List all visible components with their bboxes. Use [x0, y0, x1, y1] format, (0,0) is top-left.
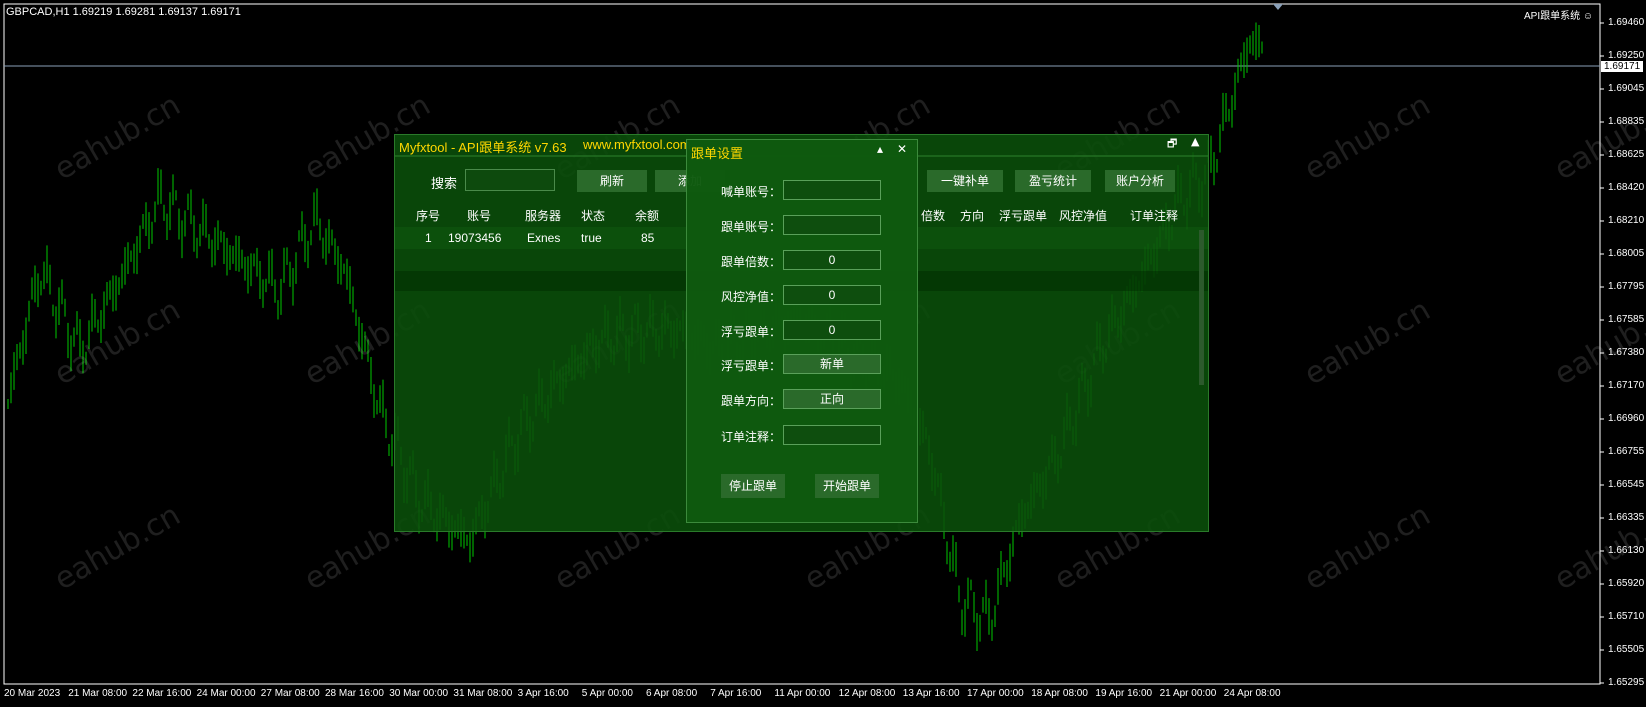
time-axis-label: 7 Apr 16:00: [710, 688, 762, 699]
time-axis-label: 13 Apr 16:00: [902, 688, 960, 699]
price-axis-label: 1.69250: [1608, 50, 1645, 61]
price-axis-label: 1.66130: [1608, 545, 1645, 556]
column-header-risk-equity: 风控净值: [1059, 209, 1108, 223]
minimize-icon[interactable]: ▴: [877, 142, 883, 156]
price-axis-label: 1.65710: [1608, 611, 1645, 622]
price-axis-label: 1.67795: [1608, 281, 1645, 292]
price-axis-label: 1.67170: [1608, 380, 1645, 391]
risk-equity-input[interactable]: 0: [783, 285, 881, 305]
price-axis-label: 1.65505: [1608, 644, 1645, 655]
pnl-stats-button[interactable]: 盈亏统计: [1015, 170, 1091, 192]
price-axis-label: 1.68210: [1608, 215, 1645, 226]
current-price-label: 1.69171: [1601, 61, 1644, 72]
float-loss-mode-label: 浮亏跟单：: [721, 359, 782, 373]
float-loss-label: 浮亏跟单：: [721, 325, 782, 339]
time-axis-label: 24 Mar 00:00: [196, 688, 256, 699]
follow-settings-dialog: 跟单设置 ▴ ✕ 喊单账号： 跟单账号： 跟单倍数： 0 风控净值： 0 浮亏跟…: [686, 139, 918, 523]
time-axis-label: 21 Mar 08:00: [68, 688, 128, 699]
time-axis-label: 31 Mar 08:00: [453, 688, 513, 699]
cell-no: 1: [425, 231, 432, 245]
time-axis-label: 18 Apr 08:00: [1031, 688, 1088, 699]
price-axis-label: 1.65920: [1608, 578, 1645, 589]
column-header-no: 序号: [416, 209, 441, 223]
price-axis-label: 1.66335: [1608, 512, 1645, 523]
column-header-status: 状态: [581, 209, 606, 223]
price-axis-label: 1.68420: [1608, 182, 1645, 193]
comment-label: 订单注释：: [721, 430, 782, 444]
column-header-direction: 方向: [960, 209, 985, 223]
time-axis-label: 11 Apr 00:00: [774, 688, 831, 699]
follow-account-label: 跟单账号：: [721, 220, 782, 234]
time-axis-label: 30 Mar 00:00: [389, 688, 449, 699]
price-axis-label: 1.65295: [1608, 677, 1645, 688]
fill-orders-button[interactable]: 一键补单: [927, 170, 1003, 192]
refresh-button[interactable]: 刷新: [577, 170, 647, 192]
cell-server: Exnes: [527, 231, 561, 245]
restore-icon[interactable]: 🗗: [1167, 135, 1177, 154]
time-axis-label: 12 Apr 08:00: [838, 688, 896, 699]
column-header-account: 账号: [467, 209, 492, 223]
cell-balance: 85: [641, 231, 655, 245]
panel-url[interactable]: www.myfxtool.com: [583, 137, 691, 152]
panel-title: Myfxtool - API跟单系统 v7.63: [399, 140, 567, 155]
search-label: 搜索: [431, 176, 458, 191]
risk-equity-label: 风控净值：: [721, 290, 782, 304]
price-axis-label: 1.66755: [1608, 446, 1645, 457]
column-header-multiplier: 倍数: [921, 209, 946, 223]
price-axis-label: 1.66545: [1608, 479, 1645, 490]
multiplier-input[interactable]: 0: [783, 250, 881, 270]
multiplier-label: 跟单倍数：: [721, 255, 782, 269]
scroll-marker-icon: [1273, 4, 1283, 10]
cell-status: true: [581, 231, 602, 245]
search-input[interactable]: [465, 169, 555, 191]
price-axis-label: 1.69460: [1608, 17, 1645, 28]
close-icon[interactable]: ✕: [897, 142, 907, 156]
direction-label: 跟单方向：: [721, 394, 782, 408]
symbol-info: GBPCAD,H1 1.69219 1.69281 1.69137 1.6917…: [6, 6, 241, 18]
float-loss-mode-button[interactable]: 新单: [783, 354, 881, 374]
column-header-balance: 余额: [635, 209, 660, 223]
cell-account: 19073456: [448, 231, 502, 245]
shout-account-label: 喊单账号：: [721, 185, 782, 199]
time-axis-label: 19 Apr 16:00: [1095, 688, 1153, 699]
stop-follow-button[interactable]: 停止跟单: [721, 474, 786, 498]
price-axis-label: 1.67380: [1608, 347, 1645, 358]
follow-account-input[interactable]: [783, 215, 881, 235]
float-loss-input[interactable]: 0: [783, 320, 881, 340]
collapse-icon[interactable]: ▲: [1191, 135, 1199, 148]
price-axis-label: 1.68835: [1608, 116, 1645, 127]
time-axis-label: 22 Mar 16:00: [132, 688, 192, 699]
smiley-icon: ☺: [1582, 11, 1594, 22]
time-axis-label: 20 Mar 2023: [4, 688, 61, 699]
time-axis-label: 28 Mar 16:00: [325, 688, 384, 699]
start-follow-button[interactable]: 开始跟单: [815, 474, 880, 498]
shout-account-input[interactable]: [783, 180, 881, 200]
direction-button[interactable]: 正向: [783, 389, 881, 409]
column-header-server: 服务器: [525, 209, 562, 223]
price-axis-label: 1.69045: [1608, 83, 1645, 94]
time-axis-label: 21 Apr 00:00: [1159, 688, 1217, 699]
column-header-float-loss: 浮亏跟单: [999, 209, 1048, 223]
price-axis-label: 1.67585: [1608, 314, 1645, 325]
time-axis-label: 24 Apr 08:00: [1223, 688, 1281, 699]
dialog-title: 跟单设置: [691, 146, 744, 161]
account-analysis-button[interactable]: 账户分析: [1105, 170, 1175, 192]
price-axis-label: 1.68625: [1608, 149, 1645, 160]
time-axis-label: 17 Apr 00:00: [967, 688, 1024, 699]
price-axis-label: 1.66960: [1608, 413, 1645, 424]
time-axis-label: 5 Apr 00:00: [581, 688, 633, 699]
time-axis-label: 27 Mar 08:00: [260, 688, 320, 699]
time-axis-label: 6 Apr 08:00: [646, 688, 698, 699]
price-axis-label: 1.68005: [1608, 248, 1645, 259]
column-header-comment: 订单注释: [1130, 209, 1179, 223]
vertical-scrollbar[interactable]: [1199, 230, 1204, 385]
ea-name-label: API跟单系统 ☺: [1524, 11, 1594, 22]
time-axis-label: 3 Apr 16:00: [517, 688, 569, 699]
comment-input[interactable]: [783, 425, 881, 445]
